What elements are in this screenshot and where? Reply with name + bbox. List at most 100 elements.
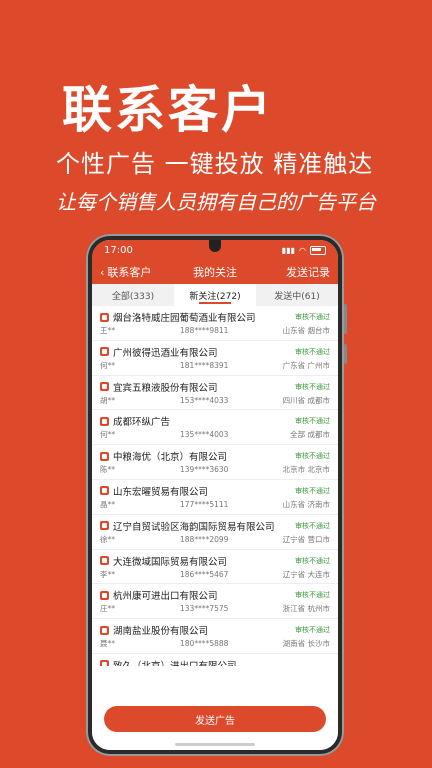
promo-title: 联系客户 — [62, 81, 274, 139]
status-icons: ▮▮▮ ◠ — [281, 245, 326, 255]
back-button[interactable]: ‹ 联系客户 — [92, 264, 151, 280]
company-icon — [100, 347, 109, 357]
audit-status: 审核不通过 — [295, 382, 330, 391]
nav-bar: ‹ 联系客户 我的关注 发送记录 — [92, 260, 338, 284]
status-bar: 17:00 ▮▮▮ ◠ — [92, 240, 338, 260]
audit-status: 审核不通过 — [295, 556, 330, 565]
company-icon — [100, 451, 109, 461]
contact-name: 胡** — [100, 395, 115, 405]
promo-tagline: 让每个销售人员拥有自己的广告平台 — [56, 190, 376, 214]
company-icon — [100, 486, 109, 496]
company-name: 广州彼得迅酒业有限公司 — [113, 347, 218, 359]
company-name: 山东宏曜贸易有限公司 — [113, 486, 209, 498]
region: 辽宁省 大连市 — [282, 569, 330, 579]
status-time: 17:00 — [104, 244, 133, 256]
camera-notch — [209, 240, 221, 252]
signal-icon: ▮▮▮ — [281, 245, 296, 255]
bottom-area: 发送广告 — [92, 694, 338, 750]
region: 广东省 广州市 — [282, 360, 330, 370]
phone-number: 139****3630 — [180, 465, 229, 475]
company-name: 杭州康可进出口有限公司 — [113, 591, 218, 603]
phone-number: 177****5111 — [180, 499, 229, 509]
list-item[interactable]: 致久（北京）进出口有限公司 — [92, 654, 338, 666]
contact-name: 王** — [100, 326, 115, 335]
company-name: 湖南盐业股份有限公司 — [113, 626, 209, 638]
phone-number: 186****5467 — [180, 569, 229, 579]
phone-number: 180****5888 — [180, 639, 229, 649]
region: 浙江省 杭州市 — [282, 604, 330, 614]
contact-name: 晶** — [100, 499, 115, 509]
company-icon — [100, 590, 109, 600]
region: 山东省 烟台市 — [282, 326, 330, 335]
back-label: 联系客户 — [107, 266, 152, 279]
list-item[interactable]: 山东宏曜贸易有限公司 审核不通过晶** 177****5111 山东省 济南市 — [92, 480, 338, 515]
company-name: 中粮海优（北京）有限公司 — [113, 452, 228, 464]
audit-status: 审核不通过 — [295, 591, 330, 600]
tab-all[interactable]: 全部(333) — [92, 284, 174, 306]
company-icon — [100, 660, 109, 666]
company-icon — [100, 625, 109, 635]
company-name: 辽宁自贸试验区海韵国际贸易有限公司 — [113, 521, 275, 533]
tab-new-follow[interactable]: 新关注(272) — [174, 284, 256, 306]
contact-name: 庄** — [100, 604, 115, 614]
contact-name: 徐** — [100, 534, 115, 544]
audit-status: 审核不通过 — [295, 486, 330, 495]
phone-number: 153****4033 — [180, 395, 229, 405]
list-item[interactable]: 成都环纵广告 审核不通过何** 135****4003 全部 成都市 — [92, 410, 338, 446]
battery-icon — [310, 245, 326, 255]
phone-screen: 17:00 ▮▮▮ ◠ ‹ 联系客户 我的关注 发送记录 全部(333) 新关注… — [92, 240, 338, 750]
phone-number: 188****2099 — [180, 534, 229, 544]
company-name: 烟台洛特威庄园葡萄酒业有限公司 — [113, 313, 256, 324]
audit-status: 审核不通过 — [295, 626, 330, 635]
promo-subtitle: 个性广告 一键投放 精准触达 — [56, 150, 374, 178]
chevron-left-icon: ‹ — [100, 265, 105, 279]
customer-list[interactable]: 烟台洛特威庄园葡萄酒业有限公司 审核不通过 王** 188****9811 山东省 烟台… — [92, 306, 338, 666]
tab-bar: 全部(333) 新关注(272) 发送中(61) — [92, 284, 338, 306]
company-name: 成都环纵广告 — [113, 417, 171, 429]
audit-status: 审核不通过 — [295, 521, 330, 530]
contact-name: 何** — [100, 430, 115, 440]
phone-number: 188****9811 — [180, 326, 229, 335]
region: 山东省 济南市 — [282, 499, 330, 509]
send-record-link[interactable]: 发送记录 — [286, 264, 338, 280]
region: 辽宁省 营口市 — [282, 534, 330, 544]
region: 全部 成都市 — [290, 430, 330, 440]
company-name: 致久（北京）进出口有限公司 — [113, 658, 330, 666]
contact-name: 李** — [100, 569, 115, 579]
audit-status: 审核不通过 — [295, 313, 330, 321]
audit-status: 审核不通过 — [295, 417, 330, 426]
audit-status: 审核不通过 — [295, 452, 330, 461]
region: 湖南省 长沙市 — [282, 639, 330, 649]
volume-button — [344, 304, 347, 334]
send-ad-button[interactable]: 发送广告 — [104, 706, 326, 732]
list-item[interactable]: 宜宾五粮液股份有限公司 审核不通过胡** 153****4033 四川省 成都市 — [92, 376, 338, 411]
list-item[interactable]: 烟台洛特威庄园葡萄酒业有限公司 审核不通过王** 188****9811 山东省 烟台… — [92, 306, 338, 341]
company-icon — [100, 382, 109, 392]
company-icon — [100, 312, 109, 322]
phone-number: 181****8391 — [180, 360, 229, 370]
list-item[interactable]: 广州彼得迅酒业有限公司 审核不通过何** 181****8391 广东省 广州市 — [92, 341, 338, 376]
region: 四川省 成都市 — [282, 395, 330, 405]
company-name: 宜宾五粮液股份有限公司 — [113, 382, 218, 394]
list-item[interactable]: 湖南盐业股份有限公司 审核不通过聂** 180****5888 湖南省 长沙市 — [92, 619, 338, 654]
company-icon — [100, 521, 109, 531]
company-name: 大连微域国际贸易有限公司 — [113, 556, 228, 568]
tab-sending[interactable]: 发送中(61) — [256, 284, 338, 306]
phone-frame: 17:00 ▮▮▮ ◠ ‹ 联系客户 我的关注 发送记录 全部(333) 新关注… — [86, 234, 347, 756]
contact-name: 聂** — [100, 639, 115, 649]
audit-status: 审核不通过 — [295, 347, 330, 356]
company-icon — [100, 556, 109, 566]
list-item[interactable]: 大连微域国际贸易有限公司 审核不通过李** 186****5467 辽宁省 大连市 — [92, 550, 338, 585]
power-button — [344, 344, 347, 364]
phone-number: 135****4003 — [180, 430, 229, 440]
phone-number: 133****7575 — [180, 604, 229, 614]
wifi-icon: ◠ — [299, 245, 306, 255]
list-item[interactable]: 杭州康可进出口有限公司 审核不通过庄** 133****7575 浙江省 杭州市 — [92, 584, 338, 620]
contact-name: 陈** — [100, 465, 115, 475]
contact-name: 何** — [100, 360, 115, 370]
home-indicator — [175, 743, 255, 746]
region: 北京市 北京市 — [282, 465, 330, 475]
list-item[interactable]: 中粮海优（北京）有限公司 审核不通过陈** 139****3630 北京市 北京市 — [92, 445, 338, 480]
company-icon — [100, 416, 109, 426]
list-item[interactable]: 辽宁自贸试验区海韵国际贸易有限公司 审核不通过徐** 188****2099 辽宁省 … — [92, 515, 338, 550]
